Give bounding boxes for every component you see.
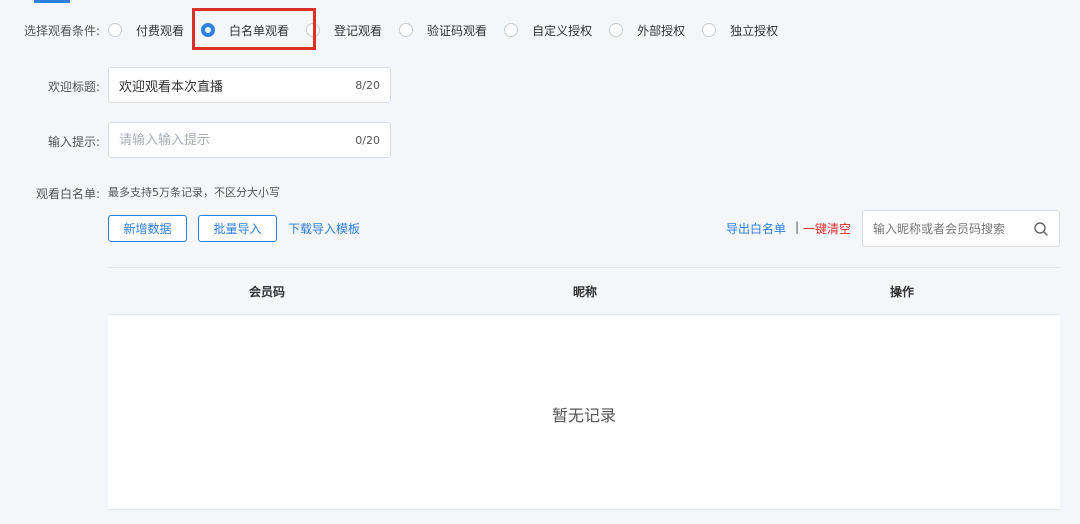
table-header: 会员码 昵称 操作 bbox=[108, 268, 1060, 315]
input-hint-label: 输入提示: bbox=[47, 135, 100, 149]
radio-label: 自定义授权 bbox=[532, 23, 593, 38]
add-data-button[interactable]: 新增数据 bbox=[108, 215, 187, 242]
whitelist-label: 观看白名单: bbox=[35, 187, 100, 201]
clear-all-link[interactable]: 一键清空 bbox=[803, 220, 851, 237]
input-hint-counter: 0/20 bbox=[355, 133, 380, 147]
welcome-title-label: 欢迎标题: bbox=[47, 80, 100, 94]
radio-circle[interactable] bbox=[609, 23, 624, 37]
radio-label: 付费观看 bbox=[136, 23, 185, 38]
column-header-nickname: 昵称 bbox=[572, 284, 597, 299]
page: 选择观看条件: 付费观看 白名单观看 登记观看 验证码观看 自定义授权 外部授权 bbox=[0, 0, 1080, 524]
radio-label: 验证码观看 bbox=[427, 23, 488, 38]
column-header-member-code: 会员码 bbox=[248, 284, 285, 299]
column-header-actions: 操作 bbox=[889, 284, 914, 299]
radio-custom-auth[interactable]: 自定义授权 bbox=[504, 18, 592, 42]
whitelist-hint: 最多支持5万条记录，不区分大小写 bbox=[108, 186, 280, 199]
search-input[interactable] bbox=[873, 221, 1033, 236]
radio-independent-auth[interactable]: 独立授权 bbox=[702, 18, 778, 42]
radio-circle[interactable] bbox=[702, 23, 717, 37]
input-hint-field: 0/20 bbox=[108, 122, 391, 158]
radio-label: 登记观看 bbox=[334, 23, 383, 38]
radio-external-auth[interactable]: 外部授权 bbox=[609, 18, 685, 42]
radio-register-watch[interactable]: 登记观看 bbox=[306, 18, 382, 42]
top-accent-bar bbox=[34, 0, 70, 3]
whitelist-search bbox=[862, 210, 1060, 247]
radio-label: 独立授权 bbox=[730, 23, 779, 38]
whitelist-table: 会员码 昵称 操作 暂无记录 bbox=[108, 267, 1060, 510]
highlight-annotation-box bbox=[192, 8, 316, 50]
welcome-title-counter: 8/20 bbox=[355, 78, 380, 92]
batch-import-button[interactable]: 批量导入 bbox=[198, 215, 277, 242]
radio-paid-watch[interactable]: 付费观看 bbox=[108, 18, 184, 42]
radio-code-watch[interactable]: 验证码观看 bbox=[399, 18, 487, 42]
download-template-link[interactable]: 下载导入模板 bbox=[288, 220, 360, 237]
link-separator: | bbox=[795, 220, 800, 234]
radio-circle[interactable] bbox=[504, 23, 519, 37]
search-icon[interactable] bbox=[1033, 221, 1049, 237]
empty-state-text: 暂无记录 bbox=[551, 406, 616, 425]
welcome-title-field: 8/20 bbox=[108, 67, 391, 103]
watch-condition-label: 选择观看条件: bbox=[23, 24, 100, 38]
radio-label: 外部授权 bbox=[637, 23, 686, 38]
welcome-title-input[interactable] bbox=[119, 77, 350, 93]
input-hint-input[interactable] bbox=[119, 132, 350, 148]
radio-circle[interactable] bbox=[108, 23, 122, 37]
export-whitelist-link[interactable]: 导出白名单 bbox=[726, 220, 786, 237]
radio-circle[interactable] bbox=[399, 23, 414, 37]
